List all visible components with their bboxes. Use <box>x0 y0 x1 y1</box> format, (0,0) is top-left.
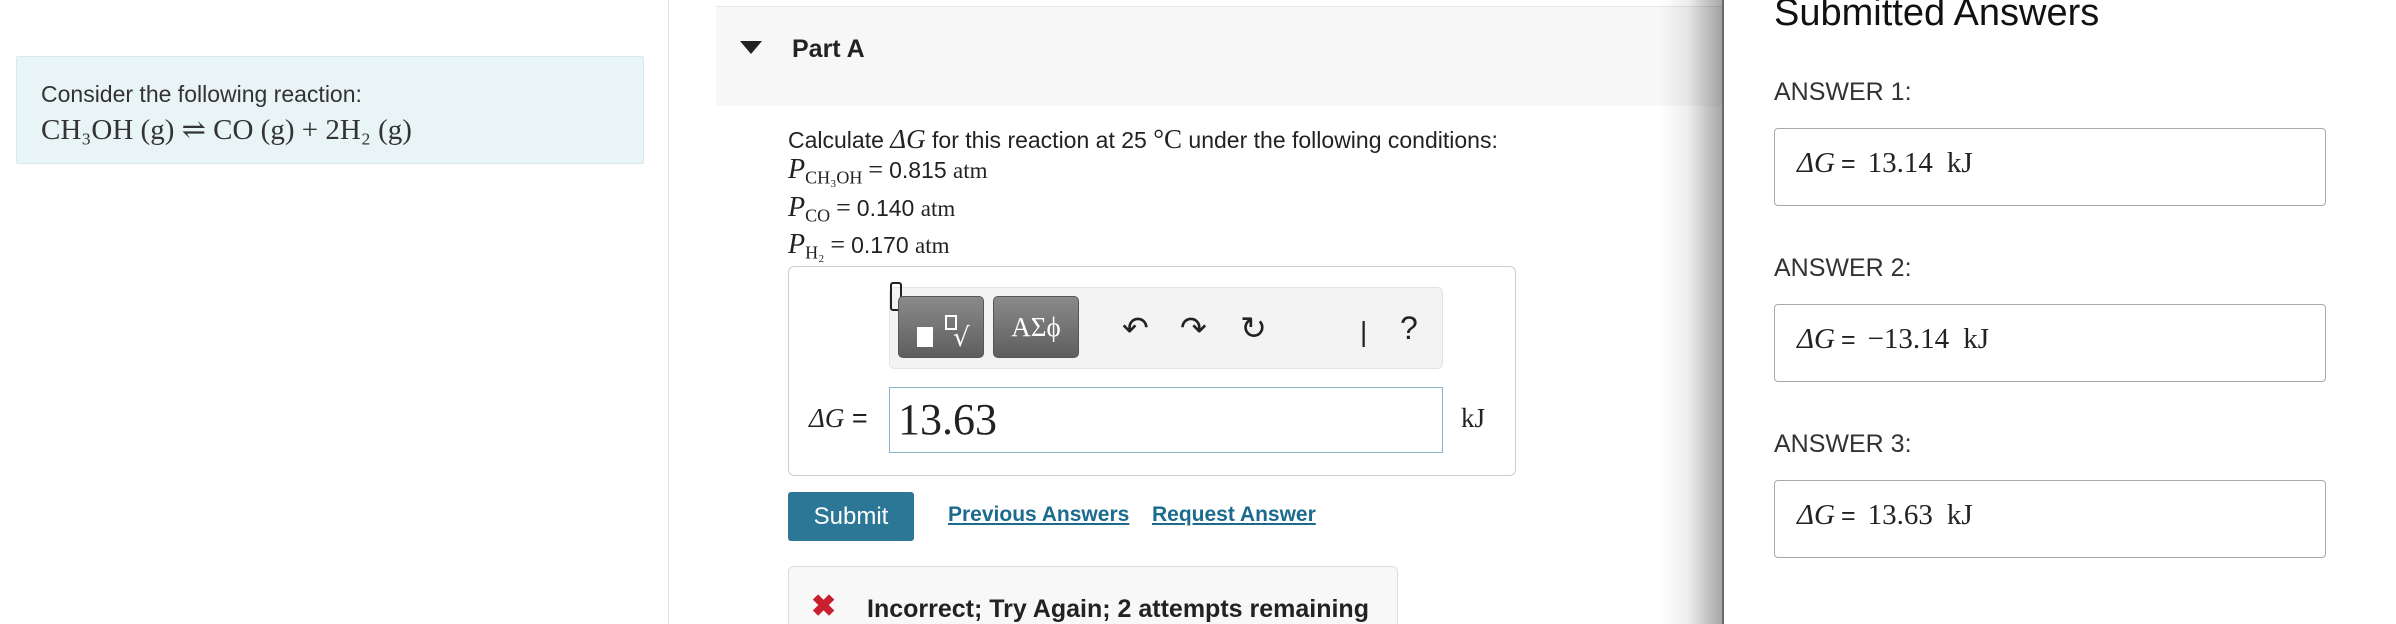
request-answer-link[interactable]: Request Answer <box>1152 503 1316 527</box>
delta-g-symbol: ΔG <box>890 124 926 154</box>
equals-sign: = <box>1840 326 1856 354</box>
answer-1-box: ΔG = 13.14 kJ <box>1774 128 2326 206</box>
feedback-text: Incorrect; Try Again; 2 attempts remaini… <box>867 595 1369 623</box>
condition-row: PCH₃OH = 0.815 atm <box>788 155 1498 193</box>
math-toolbar: √ ΑΣϕ ↶ ↷ ↻ | ? <box>889 282 1443 369</box>
reaction-equation: CH₃OH (g) ⇌ CO (g) + 2H₂ (g) <box>41 114 412 146</box>
equals-sign: = <box>830 230 846 260</box>
submitted-answers-title: Submitted Answers <box>1774 0 2100 34</box>
part-title: Part A <box>792 35 865 63</box>
answer-1-unit: kJ <box>1946 147 1973 179</box>
help-button[interactable]: ? <box>1400 310 1418 347</box>
part-header[interactable]: Part A <box>716 6 1726 106</box>
equals-sign: = <box>851 403 868 433</box>
question-middle: for this reaction at 25 <box>932 127 1147 153</box>
reset-icon[interactable]: ↻ <box>1240 308 1267 348</box>
feedback-box: ✖ Incorrect; Try Again; 2 attempts remai… <box>788 566 1398 624</box>
equals-sign: = <box>836 192 851 222</box>
greek-symbols-button[interactable]: ΑΣϕ <box>993 296 1079 358</box>
answer-2-label: ANSWER 2: <box>1774 254 1912 282</box>
undo-icon[interactable]: ↶ <box>1122 308 1149 348</box>
pressure-value: 0.140 <box>856 194 915 221</box>
answer-3-label: ANSWER 3: <box>1774 430 1912 458</box>
temperature-unit: °C <box>1153 124 1183 154</box>
square-root-icon: √ <box>953 323 970 353</box>
pressure-value: 0.815 <box>889 157 947 183</box>
delta-g-symbol: ΔG <box>1797 147 1835 179</box>
answer-2-unit: kJ <box>1963 323 1989 355</box>
submit-button[interactable]: Submit <box>788 492 914 541</box>
answer-3-unit: kJ <box>1946 499 1973 531</box>
pressure-value: 0.170 <box>851 232 909 259</box>
equals-sign: = <box>1840 502 1856 530</box>
delta-g-symbol: ΔG <box>1797 499 1835 531</box>
templates-button[interactable]: √ <box>898 296 984 358</box>
pressure-var: P <box>788 229 806 261</box>
pressure-subscript: H₂ <box>805 242 825 263</box>
delta-g-symbol: ΔG <box>809 403 845 433</box>
panel-shadow <box>1660 0 1722 624</box>
answer-1-value: 13.14 <box>1867 147 1933 179</box>
answer-2-box: ΔG = −13.14 kJ <box>1774 304 2326 382</box>
reaction-context-panel: Consider the following reaction: CH₃OH (… <box>16 56 644 164</box>
pressure-unit: atm <box>953 158 988 183</box>
question-suffix: under the following conditions: <box>1188 127 1498 153</box>
answer-2-value: −13.14 <box>1867 323 1950 355</box>
answer-3-box: ΔG = 13.63 kJ <box>1774 480 2326 558</box>
pressure-subscript: CH₃OH <box>805 167 863 188</box>
answer-entry-box: √ ΑΣϕ ↶ ↷ ↻ | ? ΔG = 13.63 kJ <box>788 266 1516 476</box>
incorrect-x-icon: ✖ <box>811 590 837 623</box>
answer-1-label: ANSWER 1: <box>1774 78 1912 106</box>
answer-3-value: 13.63 <box>1867 499 1933 531</box>
question-text: Calculate ΔG for this reaction at 25 °C … <box>788 124 1498 268</box>
context-intro: Consider the following reaction: <box>41 81 362 107</box>
question-line: Calculate ΔG for this reaction at 25 °C … <box>788 124 1498 155</box>
collapse-caret-icon[interactable] <box>740 41 762 54</box>
question-prefix: Calculate <box>788 127 884 153</box>
pressure-var: P <box>788 154 806 185</box>
template-square-icon <box>917 327 933 347</box>
delta-g-symbol: ΔG <box>1797 323 1835 355</box>
condition-row: PCO = 0.140 atm <box>788 191 1498 231</box>
submitted-answers-panel: Submitted Answers ANSWER 1: ΔG = 13.14 kJ A… <box>1722 0 2396 624</box>
pressure-subscript: CO <box>805 205 831 226</box>
pressure-unit: atm <box>915 233 950 259</box>
answer-unit: kJ <box>1461 403 1486 433</box>
answer-label: ΔG = <box>809 403 868 434</box>
pressure-var: P <box>788 191 806 223</box>
keyboard-shortcut-bar: | <box>1360 316 1368 347</box>
previous-answers-link[interactable]: Previous Answers <box>948 503 1129 527</box>
equals-sign: = <box>868 155 884 184</box>
condition-row: PH₂ = 0.170 atm <box>788 230 1498 268</box>
redo-icon[interactable]: ↷ <box>1180 308 1207 348</box>
panel-divider <box>668 0 669 624</box>
equals-sign: = <box>1840 150 1856 178</box>
answer-input[interactable]: 13.63 <box>889 387 1443 453</box>
pressure-unit: atm <box>920 195 956 221</box>
